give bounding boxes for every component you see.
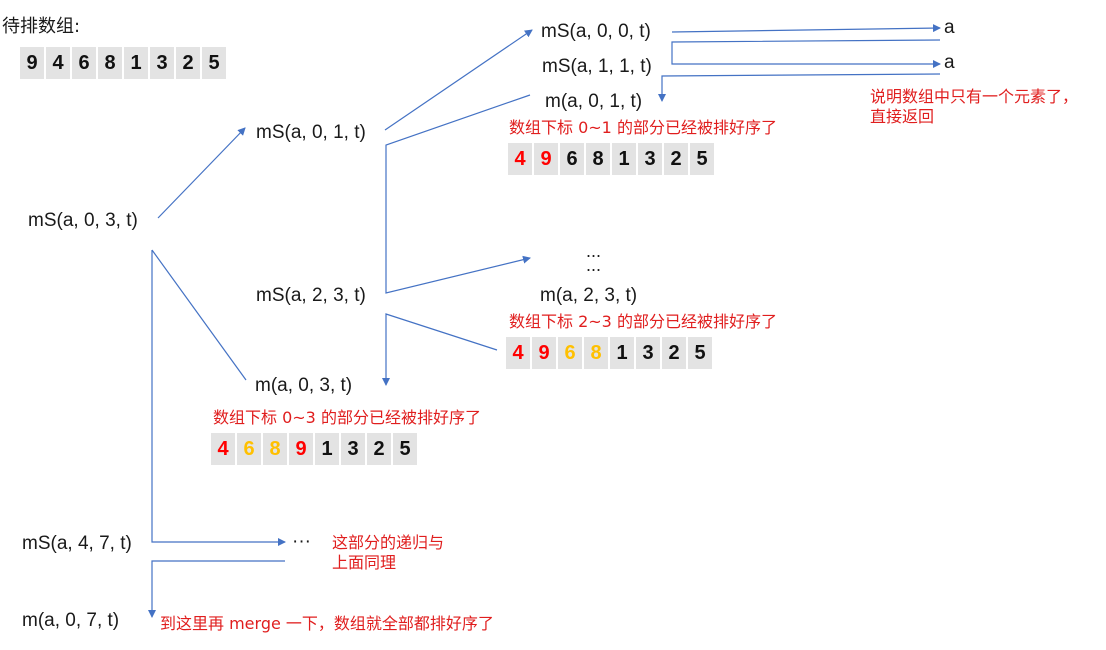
note-final-merge: 到这里再 merge 一下，数组就全部都排好序了 [160, 614, 494, 633]
array-cell: 3 [341, 433, 365, 465]
array-cell: 9 [532, 337, 556, 369]
array-cell: 1 [315, 433, 339, 465]
title-label: 待排数组: [2, 16, 81, 37]
array-cell: 3 [150, 47, 174, 79]
note-return-directly: 直接返回 [870, 107, 935, 126]
ellipsis-bottom: ... [586, 255, 602, 275]
array-cell: 3 [636, 337, 660, 369]
call-ms-4-7: mS(a, 4, 7, t) [22, 533, 132, 554]
array-after-2-3: 49681325 [506, 337, 712, 369]
array-cell: 6 [560, 143, 584, 175]
array-cell: 6 [558, 337, 582, 369]
note-sorted-0-1: 数组下标 0~1 的部分已经被排好序了 [509, 118, 777, 137]
array-cell: 2 [367, 433, 391, 465]
arrow-to-ms-0-0 [384, 29, 533, 131]
call-ms-1-1: mS(a, 1, 1, t) [542, 56, 652, 77]
arrow-to-ms-0-1 [157, 127, 246, 219]
array-cell: 1 [610, 337, 634, 369]
ellipsis-right: ··· [292, 531, 311, 552]
array-cell: 4 [46, 47, 70, 79]
array-cell: 1 [124, 47, 148, 79]
line-to-m-0-3 [151, 249, 247, 381]
arrow-return-a1 [671, 24, 941, 33]
array-cell: 5 [393, 433, 417, 465]
call-m-0-7: m(a, 0, 7, t) [22, 610, 120, 631]
array-cell: 4 [506, 337, 530, 369]
array-cell: 6 [72, 47, 96, 79]
call-m-0-1: m(a, 0, 1, t) [545, 91, 643, 112]
note-sorted-2-3: 数组下标 2~3 的部分已经被排好序了 [509, 312, 777, 331]
note-recursion: 这部分的递归与 [332, 533, 445, 552]
call-ms-0-3: mS(a, 0, 3, t) [28, 210, 138, 231]
array-cell: 9 [534, 143, 558, 175]
array-cell: 2 [176, 47, 200, 79]
note-sorted-0-3: 数组下标 0~3 的部分已经被排好序了 [213, 408, 481, 427]
array-cell: 1 [612, 143, 636, 175]
array-cell: 5 [202, 47, 226, 79]
return-a-1: a [944, 17, 955, 38]
array-cell: 8 [98, 47, 122, 79]
array-cell: 8 [586, 143, 610, 175]
array-cell: 6 [237, 433, 261, 465]
call-ms-0-1: mS(a, 0, 1, t) [256, 122, 366, 143]
note-single-element: 说明数组中只有一个元素了， [870, 87, 1079, 106]
array-cell: 2 [662, 337, 686, 369]
call-m-2-3: m(a, 2, 3, t) [540, 285, 638, 306]
array-cell: 4 [508, 143, 532, 175]
array-cell: 2 [664, 143, 688, 175]
array-cell: 5 [688, 337, 712, 369]
array-cell: 9 [20, 47, 44, 79]
initial-array: 94681325 [20, 47, 226, 79]
call-m-0-3: m(a, 0, 3, t) [255, 375, 353, 396]
call-ms-0-0: mS(a, 0, 0, t) [541, 21, 651, 42]
array-cell: 5 [690, 143, 714, 175]
return-a-2: a [944, 52, 955, 73]
arrow-return-a2 [671, 39, 941, 68]
note-recursion-same: 上面同理 [332, 553, 397, 572]
array-cell: 3 [638, 143, 662, 175]
array-cell: 4 [211, 433, 235, 465]
array-after-0-1: 49681325 [508, 143, 714, 175]
arrow-to-m-0-3 [382, 313, 498, 386]
array-cell: 8 [263, 433, 287, 465]
arrow-to-m-0-7 [148, 560, 285, 618]
array-after-0-3: 46891325 [211, 433, 417, 465]
call-ms-2-3: mS(a, 2, 3, t) [256, 285, 366, 306]
array-cell: 8 [584, 337, 608, 369]
array-cell: 9 [289, 433, 313, 465]
